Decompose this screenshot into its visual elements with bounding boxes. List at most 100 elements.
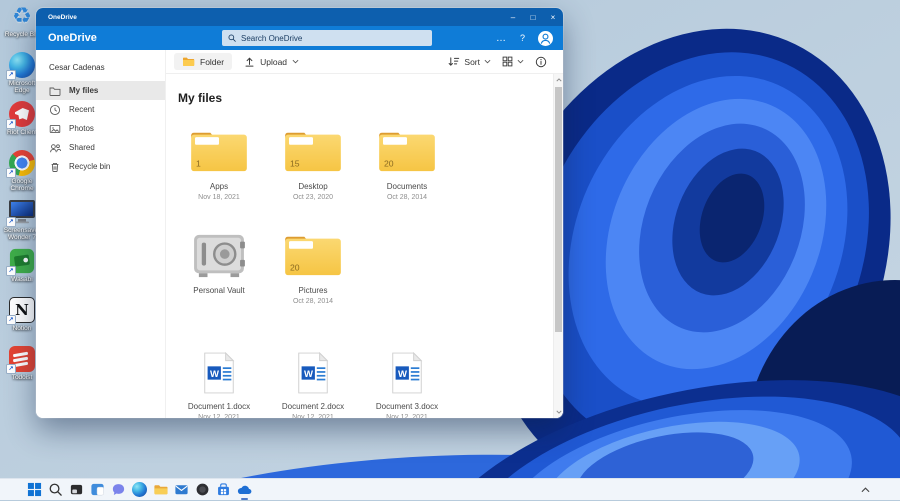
upload-button[interactable]: Upload bbox=[236, 53, 307, 70]
desktop-icon-label: Todoist bbox=[12, 374, 33, 381]
desktop-icon-glyph: ♻ bbox=[8, 2, 36, 30]
file-tile-icon: 20 bbox=[376, 119, 438, 175]
file-tile-date: Nov 12, 2021 bbox=[292, 414, 334, 418]
minimize-button[interactable]: – bbox=[503, 8, 523, 26]
file-tile-icon: 1 bbox=[188, 119, 250, 175]
taskbar-search-button[interactable] bbox=[47, 481, 64, 498]
taskbar-widgets-button[interactable] bbox=[89, 481, 106, 498]
tile-row: Personal Vault 20 Pictures Oct 28, 2014 bbox=[172, 223, 553, 305]
desktop-icon-glyph: ↗ bbox=[8, 247, 36, 275]
file-tile-name: Document 2.docx bbox=[282, 402, 344, 411]
taskbar-start-button[interactable] bbox=[26, 481, 43, 498]
tile-row: 1 Apps Nov 18, 2021 15 Desktop Oct 23, 2… bbox=[172, 119, 553, 201]
tile-document-3-docx[interactable]: W Document 3.docx Nov 12, 2021 bbox=[360, 339, 454, 418]
svg-text:1: 1 bbox=[196, 158, 201, 168]
view-grid-button[interactable] bbox=[502, 56, 524, 67]
file-tile-name: Document 3.docx bbox=[376, 402, 438, 411]
sidebar-item-recent[interactable]: Recent bbox=[36, 100, 165, 119]
sidebar-item-icon bbox=[49, 104, 61, 116]
sidebar-item-icon bbox=[49, 161, 61, 173]
sidebar-item-shared[interactable]: Shared bbox=[36, 138, 165, 157]
info-icon bbox=[535, 56, 547, 68]
desktop-icon-label: Riot Client bbox=[7, 129, 37, 136]
file-tile-icon: W bbox=[200, 339, 238, 395]
sidebar-item-icon bbox=[49, 142, 61, 154]
page-title: My files bbox=[178, 91, 553, 105]
file-tile-icon: W bbox=[388, 339, 426, 395]
shortcut-arrow-icon: ↗ bbox=[6, 119, 16, 129]
window-title: OneDrive bbox=[48, 14, 503, 21]
taskbar-chat-button[interactable] bbox=[110, 481, 127, 498]
taskbar-file-explorer-button[interactable] bbox=[152, 481, 169, 498]
maximize-button[interactable]: □ bbox=[523, 8, 543, 26]
svg-text:20: 20 bbox=[290, 262, 300, 272]
chevron-down-icon bbox=[517, 59, 524, 64]
svg-text:W: W bbox=[398, 369, 407, 380]
svg-text:W: W bbox=[304, 369, 313, 380]
sidebar-item-photos[interactable]: Photos bbox=[36, 119, 165, 138]
svg-text:W: W bbox=[210, 369, 219, 380]
search-icon bbox=[228, 34, 236, 42]
scroll-thumb[interactable] bbox=[555, 87, 562, 332]
shortcut-arrow-icon: ↗ bbox=[6, 70, 16, 80]
tile-personal-vault[interactable]: Personal Vault bbox=[172, 223, 266, 305]
sidebar: Cesar Cadenas My files Recent Photos Sha… bbox=[36, 50, 166, 418]
desktop-icon-glyph: ↗ bbox=[8, 100, 36, 128]
chevron-up-icon bbox=[861, 487, 870, 493]
shortcut-arrow-icon: ↗ bbox=[6, 364, 16, 374]
account-avatar[interactable] bbox=[538, 31, 553, 46]
sort-button[interactable]: Sort bbox=[448, 56, 491, 67]
file-tile-date: Nov 18, 2021 bbox=[198, 194, 240, 201]
sidebar-item-label: Recycle bin bbox=[69, 162, 110, 171]
desktop-icon-label: Notion bbox=[13, 325, 32, 332]
svg-text:20: 20 bbox=[384, 158, 394, 168]
sidebar-user-name: Cesar Cadenas bbox=[36, 56, 165, 81]
taskbar-app-button[interactable] bbox=[194, 481, 211, 498]
help-button[interactable]: ? bbox=[520, 33, 525, 43]
tile-document-1-docx[interactable]: W Document 1.docx Nov 12, 2021 bbox=[172, 339, 266, 418]
sidebar-item-my-files[interactable]: My files bbox=[36, 81, 165, 100]
taskbar-task-view-button[interactable] bbox=[68, 481, 85, 498]
file-tile-name: Desktop bbox=[298, 182, 327, 191]
tile-document-2-docx[interactable]: W Document 2.docx Nov 12, 2021 bbox=[266, 339, 360, 418]
file-tile-icon: 20 bbox=[282, 223, 344, 279]
show-hidden-icons-button[interactable] bbox=[861, 479, 870, 501]
taskbar-onedrive-button[interactable] bbox=[236, 481, 253, 498]
search-input[interactable] bbox=[241, 34, 426, 43]
file-tile-date: Oct 28, 2014 bbox=[293, 298, 333, 305]
sidebar-item-icon bbox=[49, 123, 61, 135]
upload-icon bbox=[244, 56, 255, 67]
details-button[interactable] bbox=[535, 56, 547, 68]
taskbar bbox=[0, 478, 900, 500]
file-tile-name: Documents bbox=[387, 182, 427, 191]
svg-text:15: 15 bbox=[290, 158, 300, 168]
desktop-icon-label: Recycle Bin bbox=[5, 31, 39, 38]
file-tile-date: Nov 12, 2021 bbox=[198, 414, 240, 418]
tile-apps[interactable]: 1 Apps Nov 18, 2021 bbox=[172, 119, 266, 201]
taskbar-mail-button[interactable] bbox=[173, 481, 190, 498]
app-header: OneDrive … ? bbox=[36, 26, 563, 50]
scroll-down-button[interactable] bbox=[554, 407, 563, 417]
folder-button-label: Folder bbox=[200, 57, 224, 67]
search-box[interactable] bbox=[222, 30, 432, 46]
more-options-button[interactable]: … bbox=[496, 33, 507, 44]
taskbar-microsoft-edge-button[interactable] bbox=[131, 481, 148, 498]
scrollbar[interactable] bbox=[553, 74, 563, 418]
close-button[interactable]: × bbox=[543, 8, 563, 26]
taskbar-microsoft-store-button[interactable] bbox=[215, 481, 232, 498]
toolbar: Folder Upload Sort bbox=[166, 50, 563, 74]
tile-desktop[interactable]: 15 Desktop Oct 23, 2020 bbox=[266, 119, 360, 201]
sidebar-item-recycle-bin[interactable]: Recycle bin bbox=[36, 157, 165, 176]
desktop-icon-glyph: ↗ bbox=[8, 51, 36, 79]
sort-button-label: Sort bbox=[464, 57, 480, 67]
file-tile-date: Nov 12, 2021 bbox=[386, 414, 428, 418]
sidebar-item-label: Recent bbox=[69, 105, 94, 114]
scroll-up-button[interactable] bbox=[554, 75, 563, 85]
desktop-icon-glyph: ↗ bbox=[8, 149, 36, 177]
tile-pictures[interactable]: 20 Pictures Oct 28, 2014 bbox=[266, 223, 360, 305]
desktop-icon-label: Wasabi bbox=[11, 276, 32, 283]
shortcut-arrow-icon: ↗ bbox=[6, 217, 16, 227]
shortcut-arrow-icon: ↗ bbox=[6, 315, 16, 325]
new-folder-button[interactable]: Folder bbox=[174, 53, 232, 70]
tile-documents[interactable]: 20 Documents Oct 28, 2014 bbox=[360, 119, 454, 201]
